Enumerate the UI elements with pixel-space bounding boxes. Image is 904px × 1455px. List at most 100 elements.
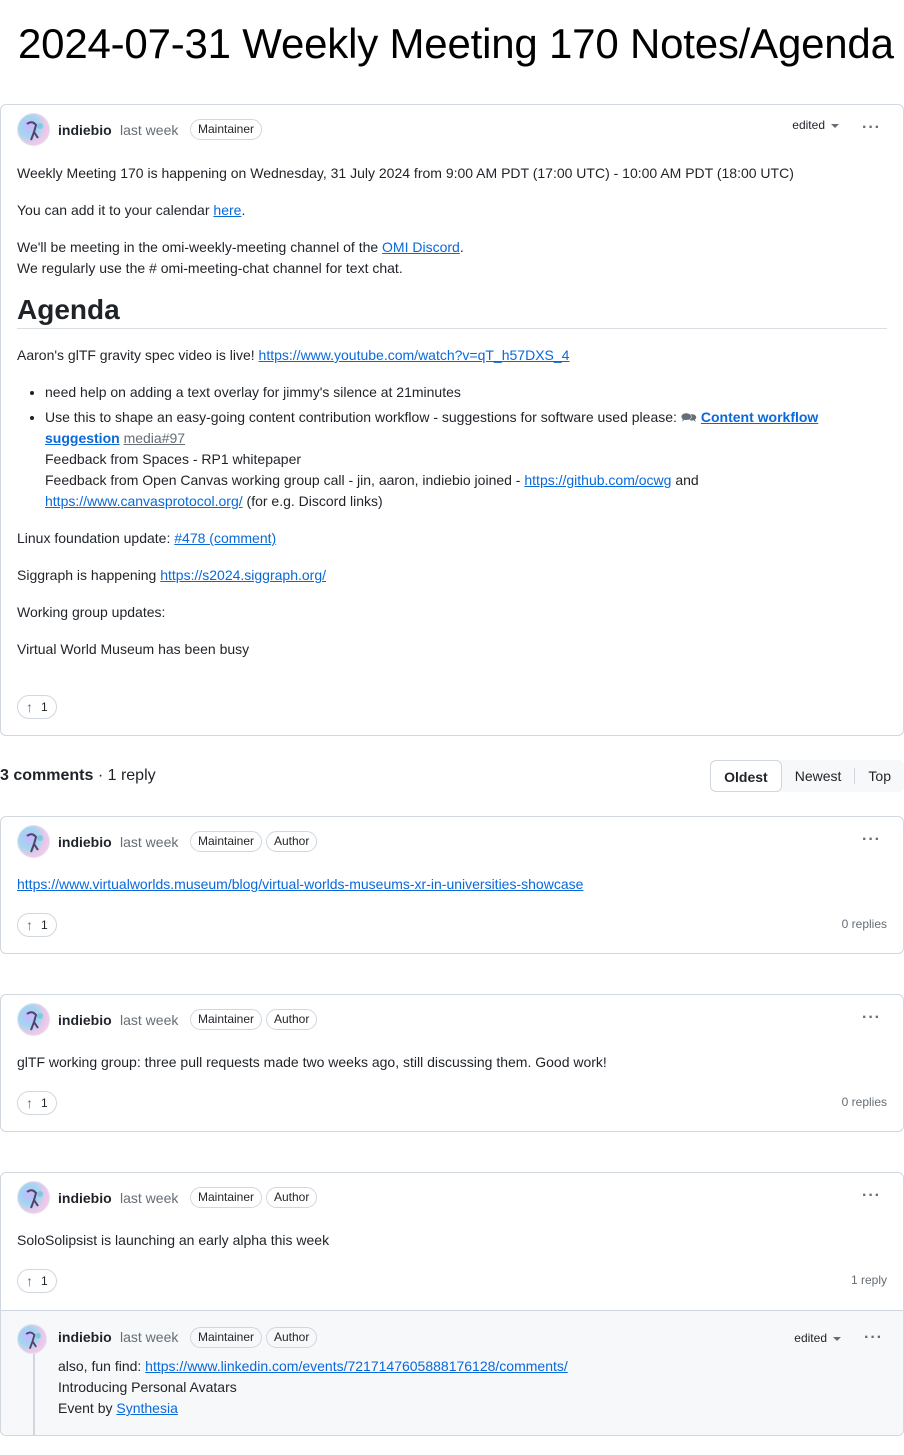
bullet2-line2: Feedback from Spaces - RP1 whitepaper <box>45 451 302 467</box>
virtualworlds-link[interactable]: https://www.virtualworlds.museum/blog/vi… <box>17 876 583 892</box>
reply: indiebio last week Maintainer Author edi… <box>1 1310 903 1435</box>
reply-time[interactable]: last week <box>120 1329 178 1345</box>
more-options-icon[interactable]: ··· <box>862 1009 881 1027</box>
gltf-line: Aaron's glTF gravity spec video is live!… <box>17 345 887 366</box>
omi-discord-link[interactable]: OMI Discord <box>382 239 460 255</box>
comment: indiebio last week Maintainer Author ···… <box>0 1172 904 1436</box>
discussion-icon: 🗪 <box>680 410 697 425</box>
siggraph-line: Siggraph is happening https://s2024.sigg… <box>17 565 887 586</box>
youtube-link[interactable]: https://www.youtube.com/watch?v=qT_h57DX… <box>259 347 570 363</box>
comment-header: indiebio last week Maintainer Author ··· <box>1 995 903 1043</box>
agenda-heading: Agenda <box>17 296 887 329</box>
upvote-count: 1 <box>41 1096 48 1110</box>
avatar[interactable] <box>17 1181 50 1214</box>
sort-oldest[interactable]: Oldest <box>710 760 782 792</box>
avatar[interactable] <box>17 1324 47 1354</box>
siggraph-link[interactable]: https://s2024.siggraph.org/ <box>160 567 326 583</box>
vwm-line: Virtual World Museum has been busy <box>17 641 250 657</box>
meeting-time-text: Weekly Meeting 170 is happening on Wedne… <box>17 165 794 181</box>
issue-reference[interactable]: media#97 <box>124 430 186 446</box>
arrow-up-icon: ↑ <box>26 1273 33 1289</box>
calendar-prefix: You can add it to your calendar <box>17 202 214 218</box>
edited-label: edited <box>794 1331 827 1345</box>
upvote-button[interactable]: ↑ 1 <box>17 695 57 719</box>
discord-suffix: . <box>459 239 464 255</box>
linux-prefix: Linux foundation update: <box>17 530 175 546</box>
comment-author[interactable]: indiebio <box>58 1190 112 1206</box>
agenda-list: need help on adding a text overlay for j… <box>17 382 887 512</box>
replies-count: 0 replies <box>841 917 887 931</box>
discussion-post: indiebio last week Maintainer edited ···… <box>0 104 904 736</box>
upvote-button[interactable]: ↑ 1 <box>17 1269 57 1293</box>
chevron-down-icon <box>831 123 839 128</box>
linkedin-link[interactable]: https://www.linkedin.com/events/72171476… <box>145 1358 568 1374</box>
post-body: Weekly Meeting 170 is happening on Wedne… <box>1 153 903 660</box>
reply-line3-prefix: Event by <box>58 1400 117 1416</box>
comment: indiebio last week Maintainer Author ···… <box>0 994 904 1132</box>
sort-newest[interactable]: Newest <box>782 760 855 792</box>
upvote-count: 1 <box>41 700 48 714</box>
comment: indiebio last week Maintainer Author ···… <box>0 816 904 954</box>
comment-header: indiebio last week Maintainer Author ··· <box>1 1173 903 1221</box>
wg-updates: Working group updates: <box>17 604 166 620</box>
maintainer-badge: Maintainer <box>190 119 263 140</box>
upvote-button[interactable]: ↑ 1 <box>17 1091 57 1115</box>
bullet2-line3-prefix: Feedback from Open Canvas working group … <box>45 472 525 488</box>
comment-time[interactable]: last week <box>120 1190 178 1206</box>
author-badge: Author <box>266 831 318 852</box>
synthesia-link[interactable]: Synthesia <box>116 1400 177 1416</box>
avatar[interactable] <box>17 825 50 858</box>
reply-author[interactable]: indiebio <box>58 1329 112 1345</box>
agenda-item: Use this to shape an easy-going content … <box>45 407 887 512</box>
comments-total: 3 comments <box>0 767 94 784</box>
comment-text: glTF working group: three pull requests … <box>17 1054 607 1070</box>
calendar-link[interactable]: here <box>213 202 241 218</box>
edited-dropdown[interactable]: edited <box>794 1331 841 1345</box>
comment-time[interactable]: last week <box>120 834 178 850</box>
bullet2-and: and <box>671 472 699 488</box>
page-title: 2024-07-31 Weekly Meeting 170 Notes/Agen… <box>18 20 894 67</box>
bullet2-prefix: Use this to shape an easy-going content … <box>45 409 681 425</box>
post-author[interactable]: indiebio <box>58 122 112 138</box>
replies-total: 1 reply <box>107 767 156 784</box>
replies-count[interactable]: 1 reply <box>851 1273 887 1287</box>
author-badge: Author <box>266 1187 318 1208</box>
comment-author[interactable]: indiebio <box>58 834 112 850</box>
canvasprotocol-link[interactable]: https://www.canvasprotocol.org/ <box>45 493 243 509</box>
reply-line2: Introducing Personal Avatars <box>58 1379 237 1395</box>
comment-body: SoloSolipsist is launching an early alph… <box>1 1221 903 1251</box>
arrow-up-icon: ↑ <box>26 699 33 715</box>
edited-dropdown[interactable]: edited <box>792 118 839 132</box>
siggraph-prefix: Siggraph is happening <box>17 567 161 583</box>
gltf-prefix: Aaron's glTF gravity spec video is live! <box>17 347 259 363</box>
author-badge: Author <box>266 1327 318 1348</box>
more-options-icon[interactable]: ··· <box>862 831 881 849</box>
comments-count: 3 comments · 1 reply <box>0 767 156 785</box>
edited-label: edited <box>792 118 825 132</box>
ocwg-link[interactable]: https://github.com/ocwg <box>524 472 671 488</box>
maintainer-badge: Maintainer <box>190 831 263 852</box>
sort-top[interactable]: Top <box>855 760 904 792</box>
comment-author[interactable]: indiebio <box>58 1012 112 1028</box>
author-badge: Author <box>266 1009 318 1030</box>
upvote-count: 1 <box>41 918 48 932</box>
more-options-icon[interactable]: ··· <box>864 1329 883 1347</box>
avatar[interactable] <box>17 1003 50 1036</box>
post-header: indiebio last week Maintainer edited ··· <box>1 105 903 153</box>
comment-body: glTF working group: three pull requests … <box>1 1043 903 1073</box>
linux-comment-link[interactable]: #478 (comment) <box>174 530 276 546</box>
post-time[interactable]: last week <box>120 122 178 138</box>
sort-control: Oldest Newest Top <box>710 760 904 792</box>
upvote-button[interactable]: ↑ 1 <box>17 913 57 937</box>
replies-count: 0 replies <box>841 1095 887 1109</box>
comment-text: SoloSolipsist is launching an early alph… <box>17 1232 330 1248</box>
avatar[interactable] <box>17 113 50 146</box>
discord-prefix: We'll be meeting in the omi-weekly-meeti… <box>17 239 383 255</box>
more-options-icon[interactable]: ··· <box>862 119 881 137</box>
comment-time[interactable]: last week <box>120 1012 178 1028</box>
agenda-item: need help on adding a text overlay for j… <box>45 382 887 403</box>
comment-header: indiebio last week Maintainer Author ··· <box>1 817 903 865</box>
comments-separator: · <box>93 767 108 784</box>
chevron-down-icon <box>833 1336 841 1341</box>
more-options-icon[interactable]: ··· <box>862 1187 881 1205</box>
